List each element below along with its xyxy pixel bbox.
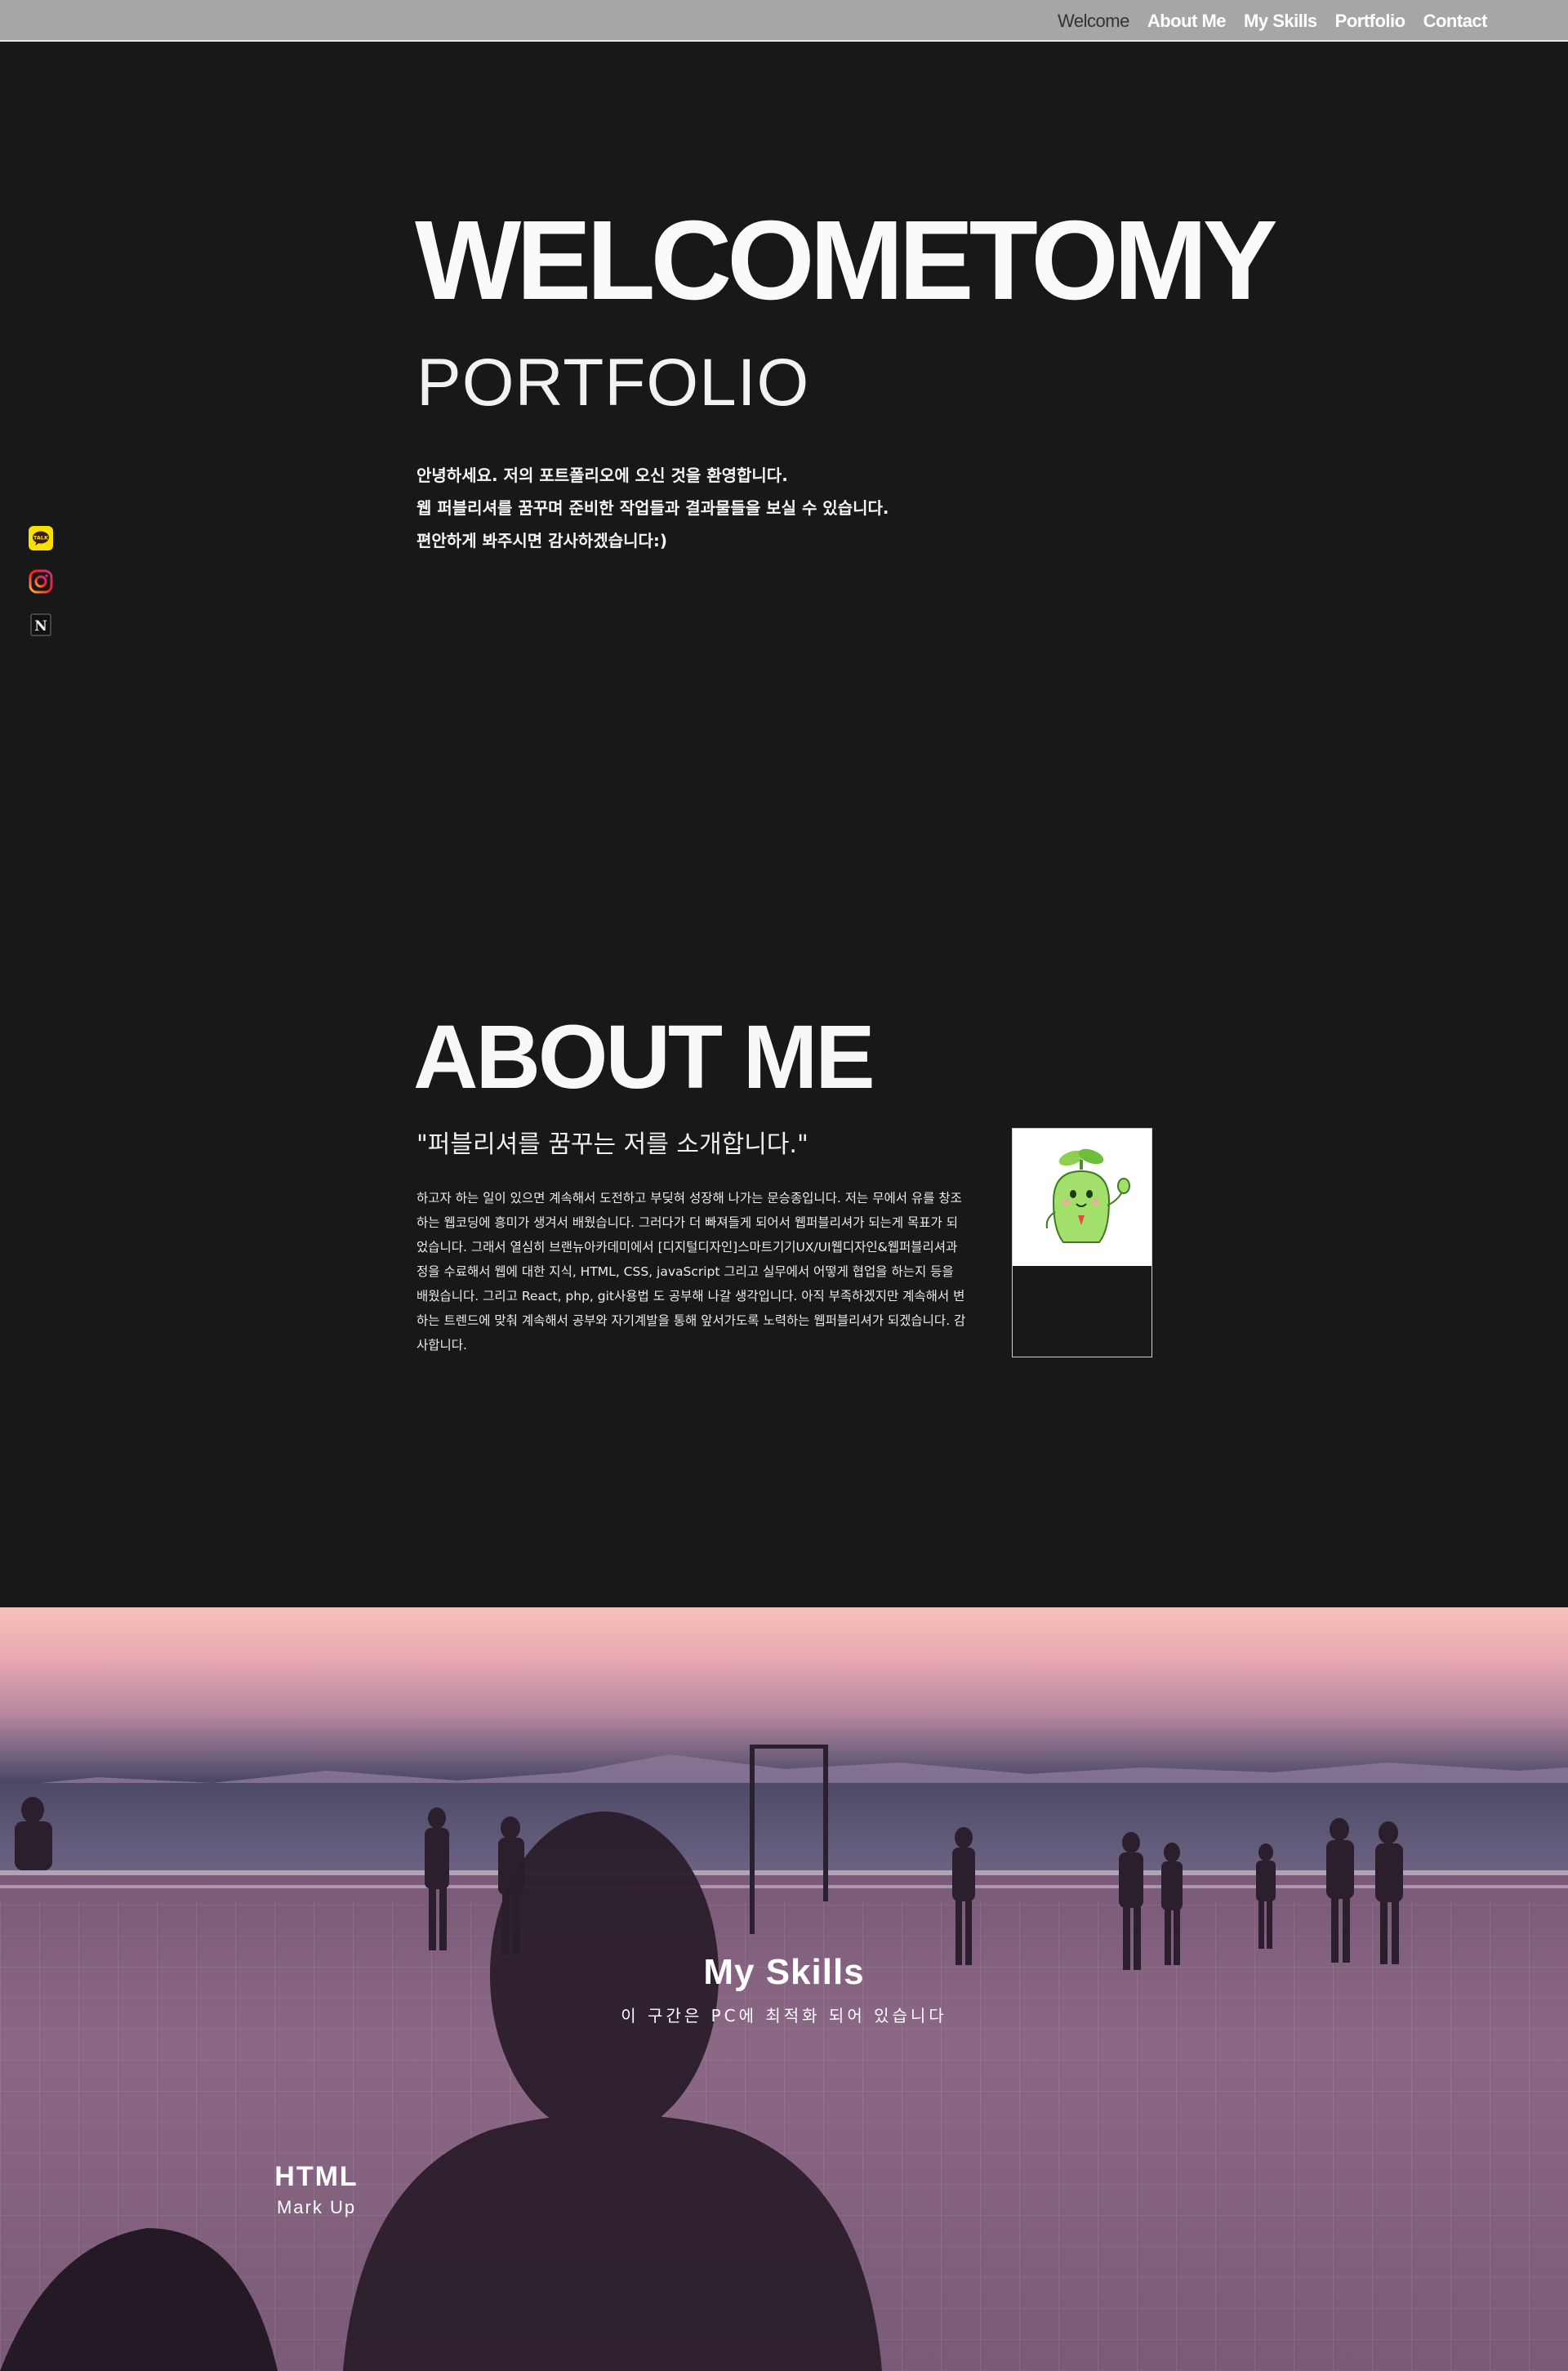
- skill-name: HTML: [274, 2161, 359, 2192]
- welcome-title: WELCOMETOMY: [415, 198, 1278, 323]
- welcome-intro-line: 웹 퍼블리셔를 꿈꾸며 준비한 작업들과 결과물들을 보실 수 있습니다.: [416, 498, 889, 518]
- svg-text:N: N: [34, 618, 47, 635]
- welcome-intro-line: 편안하게 봐주시면 감사하겠습니다:): [416, 531, 668, 550]
- nav-item-my-skills[interactable]: My Skills: [1244, 11, 1317, 32]
- about-body: 하고자 하는 일이 있으면 계속해서 도전하고 부딪혀 성장해 나가는 문승종입…: [416, 1191, 966, 1353]
- notion-icon[interactable]: N: [28, 612, 54, 638]
- skills-title: My Skills: [703, 1952, 865, 1992]
- profile-photo: [1012, 1128, 1152, 1357]
- top-navigation: Welcome About Me My Skills Portfolio Con…: [0, 0, 1568, 42]
- nav-item-portfolio[interactable]: Portfolio: [1335, 11, 1405, 32]
- social-links: TALK N: [28, 525, 54, 638]
- nav-item-contact[interactable]: Contact: [1423, 11, 1488, 32]
- nav-menu: Welcome About Me My Skills Portfolio Con…: [1058, 0, 1487, 42]
- svg-text:TALK: TALK: [33, 535, 49, 541]
- about-quote: "퍼블리셔를 꿈꾸는 저를 소개합니다.": [416, 1130, 808, 1159]
- skills-subtitle: 이 구간은 PC에 최적화 되어 있습니다: [621, 2006, 947, 2026]
- nav-item-welcome[interactable]: Welcome: [1058, 11, 1129, 32]
- welcome-intro: 안녕하세요. 저의 포트폴리오에 오신 것을 환영합니다. 웹 퍼블리셔를 꿈꾸…: [416, 459, 889, 557]
- welcome-intro-line: 안녕하세요. 저의 포트폴리오에 오신 것을 환영합니다.: [416, 466, 788, 485]
- sprout-character-icon: [1013, 1129, 1152, 1266]
- kakaotalk-icon[interactable]: TALK: [28, 525, 54, 551]
- skill-description: Mark Up: [276, 2197, 357, 2217]
- nav-item-about-me[interactable]: About Me: [1147, 11, 1227, 32]
- instagram-icon[interactable]: [28, 568, 54, 595]
- about-title: ABOUT ME: [413, 1007, 875, 1108]
- welcome-subtitle: PORTFOLIO: [416, 345, 810, 420]
